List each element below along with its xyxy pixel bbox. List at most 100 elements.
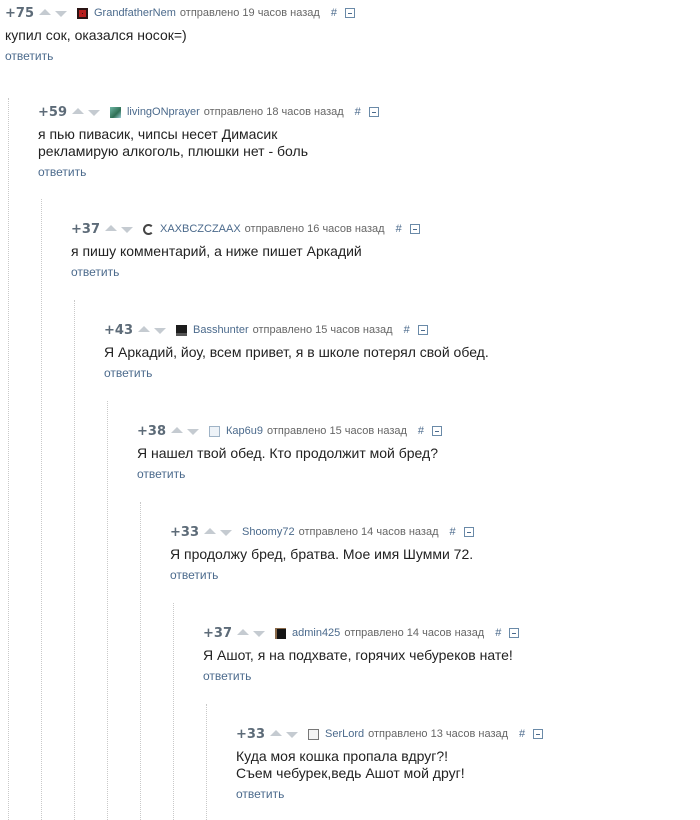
comment-score: +37 [71, 221, 100, 237]
reply-link[interactable]: ответить [104, 366, 152, 380]
reply-link[interactable]: ответить [203, 669, 251, 683]
comment-header: +43 Basshunter отправлено 15 часов назад… [104, 321, 489, 339]
timestamp: отправлено 16 часов назад [244, 223, 385, 235]
collapse-icon[interactable] [432, 426, 443, 436]
permalink[interactable]: # [355, 106, 361, 118]
collapse-icon[interactable] [409, 224, 420, 234]
author-link[interactable]: SerLord [325, 728, 364, 740]
collapse-icon[interactable] [344, 8, 355, 18]
collapse-icon[interactable] [463, 527, 474, 537]
timestamp: отправлено 15 часов назад [252, 324, 393, 336]
comment-score: +43 [104, 322, 133, 338]
author-link[interactable]: admin425 [292, 627, 340, 639]
upvote-icon[interactable] [236, 629, 249, 635]
avatar[interactable] [175, 324, 187, 336]
permalink[interactable]: # [396, 223, 402, 235]
downvote-icon[interactable] [219, 530, 232, 536]
comment-text: я пью пивасик, чипсы несет Димасик рекла… [38, 126, 308, 159]
collapse-icon[interactable] [417, 325, 428, 335]
timestamp: отправлено 13 часов назад [368, 728, 509, 740]
upvote-icon[interactable] [104, 225, 117, 231]
comment: +75 GrandfatherNem отправлено 19 часов н… [5, 4, 355, 65]
comment-header: +37 XAXBCZCZAAX отправлено 16 часов наза… [71, 220, 420, 238]
comment-score: +33 [236, 726, 265, 742]
timestamp: отправлено 19 часов назад [179, 7, 320, 19]
upvote-icon[interactable] [38, 9, 51, 15]
thread-line [8, 98, 9, 820]
upvote-icon[interactable] [71, 108, 84, 114]
comment-score: +37 [203, 625, 232, 641]
comment-score: +33 [170, 524, 199, 540]
avatar[interactable] [76, 7, 88, 19]
downvote-icon[interactable] [87, 110, 100, 116]
reply-link[interactable]: ответить [236, 787, 284, 801]
permalink[interactable]: # [519, 728, 525, 740]
comment: +33 SerLord отправлено 13 часов назад # … [236, 725, 544, 803]
author-link[interactable]: XAXBCZCZAAX [160, 223, 241, 235]
upvote-icon[interactable] [269, 730, 282, 736]
upvote-icon[interactable] [137, 326, 150, 332]
collapse-icon[interactable] [509, 628, 520, 638]
collapse-icon[interactable] [533, 729, 544, 739]
reply-link[interactable]: ответить [5, 49, 53, 63]
avatar[interactable] [274, 627, 286, 639]
collapse-icon[interactable] [368, 107, 379, 117]
thread-line [107, 401, 108, 820]
permalink[interactable]: # [495, 627, 501, 639]
reply-link[interactable]: ответить [137, 467, 185, 481]
comment-header: +37 admin425 отправлено 14 часов назад # [203, 624, 520, 642]
comment: +37 admin425 отправлено 14 часов назад #… [203, 624, 520, 685]
author-link[interactable]: Кар6u9 [226, 425, 263, 437]
comment: +38 Кар6u9 отправлено 15 часов назад # Я… [137, 422, 443, 483]
thread-line [206, 704, 207, 820]
downvote-icon[interactable] [120, 227, 133, 233]
downvote-icon[interactable] [153, 328, 166, 334]
comment-text: Я Ашот, я на подхвате, горячих чебуреков… [203, 647, 513, 663]
permalink[interactable]: # [404, 324, 410, 336]
comment-header: +33 Shoomy72 отправлено 14 часов назад # [170, 523, 474, 541]
thread-line [41, 199, 42, 820]
author-link[interactable]: Basshunter [193, 324, 249, 336]
comment-text: Я продолжу бред, братва. Мое имя Шумми 7… [170, 546, 474, 562]
thread-line [173, 603, 174, 820]
comment: +43 Basshunter отправлено 15 часов назад… [104, 321, 489, 382]
comment: +37 XAXBCZCZAAX отправлено 16 часов наза… [71, 220, 420, 281]
reply-link[interactable]: ответить [170, 568, 218, 582]
comment-text: купил сок, оказался носок=) [5, 27, 187, 43]
avatar[interactable] [208, 425, 220, 437]
comment-header: +38 Кар6u9 отправлено 15 часов назад # [137, 422, 443, 440]
timestamp: отправлено 15 часов назад [266, 425, 407, 437]
avatar[interactable] [307, 728, 319, 740]
author-link[interactable]: GrandfatherNem [94, 7, 176, 19]
avatar[interactable] [109, 106, 121, 118]
permalink[interactable]: # [418, 425, 424, 437]
thread-line [74, 300, 75, 820]
downvote-icon[interactable] [186, 429, 199, 435]
comment: +33 Shoomy72 отправлено 14 часов назад #… [170, 523, 474, 584]
downvote-icon[interactable] [252, 631, 265, 637]
comment-text: Куда моя кошка пропала вдруг?! Съем чебу… [236, 748, 465, 781]
upvote-icon[interactable] [203, 528, 216, 534]
comment-score: +38 [137, 423, 166, 439]
permalink[interactable]: # [331, 7, 337, 19]
upvote-icon[interactable] [170, 427, 183, 433]
author-link[interactable]: livingONprayer [127, 106, 200, 118]
comment-header: +75 GrandfatherNem отправлено 19 часов н… [5, 4, 355, 22]
thread-line [140, 502, 141, 820]
comment-text: Я Аркадий, йоу, всем привет, я в школе п… [104, 344, 489, 360]
comment-text: я пишу комментарий, а ниже пишет Аркадий [71, 243, 362, 259]
reply-link[interactable]: ответить [38, 165, 86, 179]
comment-score: +75 [5, 5, 34, 21]
comment-text: Я нашел твой обед. Кто продолжит мой бре… [137, 445, 438, 461]
downvote-icon[interactable] [54, 11, 67, 17]
comment-header: +33 SerLord отправлено 13 часов назад # [236, 725, 544, 743]
timestamp: отправлено 14 часов назад [344, 627, 485, 639]
permalink[interactable]: # [450, 526, 456, 538]
avatar[interactable] [142, 223, 154, 235]
comment-header: +59 livingONprayer отправлено 18 часов н… [38, 103, 379, 121]
author-link[interactable]: Shoomy72 [242, 526, 295, 538]
downvote-icon[interactable] [285, 732, 298, 738]
reply-link[interactable]: ответить [71, 265, 119, 279]
timestamp: отправлено 18 часов назад [203, 106, 344, 118]
comment-score: +59 [38, 104, 67, 120]
